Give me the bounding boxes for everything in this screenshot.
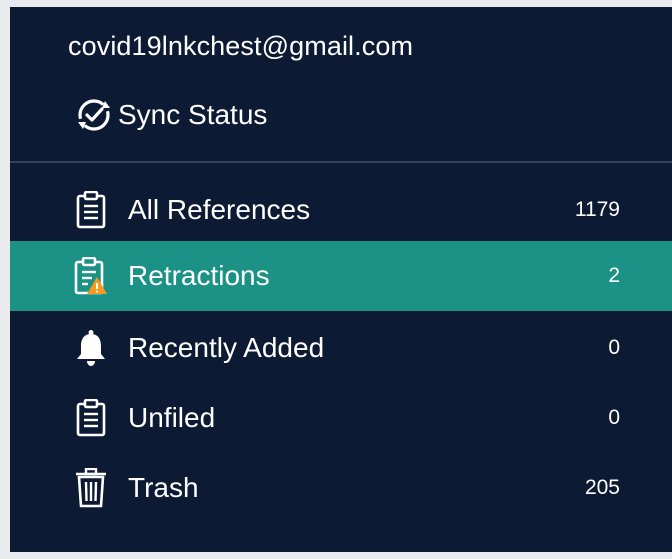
sync-status-button[interactable]: Sync Status <box>74 95 267 135</box>
bell-icon <box>74 328 108 368</box>
nav-item-label: Recently Added <box>128 332 325 363</box>
clipboard-warning-icon <box>74 256 108 296</box>
nav-item-trash[interactable]: Trash 205 <box>10 453 672 523</box>
nav-item-recently-added[interactable]: Recently Added 0 <box>10 313 672 383</box>
library-sidebar: covid19lnkchest@gmail.com Sync Status Al… <box>10 7 672 552</box>
sync-status-label: Sync Status <box>118 99 268 130</box>
account-email: covid19lnkchest@gmail.com <box>68 31 414 61</box>
nav-item-count: 2 <box>608 264 620 287</box>
clipboard-icon <box>74 398 108 438</box>
nav-item-count: 205 <box>584 476 620 499</box>
nav-item-count: 0 <box>608 336 620 359</box>
trash-icon <box>74 468 108 508</box>
clipboard-icon <box>74 190 108 230</box>
section-divider <box>10 161 672 163</box>
nav-item-label: Trash <box>128 472 199 503</box>
nav-item-label: Retractions <box>128 260 270 291</box>
sync-check-icon <box>74 95 114 135</box>
nav-item-count: 0 <box>608 406 620 429</box>
nav-item-label: Unfiled <box>128 402 216 433</box>
nav-item-unfiled[interactable]: Unfiled 0 <box>10 383 672 453</box>
nav-item-all-references[interactable]: All References 1179 <box>10 175 672 245</box>
nav-item-retractions[interactable]: Retractions 2 <box>10 241 672 311</box>
nav-item-count: 1179 <box>574 198 620 221</box>
nav-item-label: All References <box>128 194 311 225</box>
